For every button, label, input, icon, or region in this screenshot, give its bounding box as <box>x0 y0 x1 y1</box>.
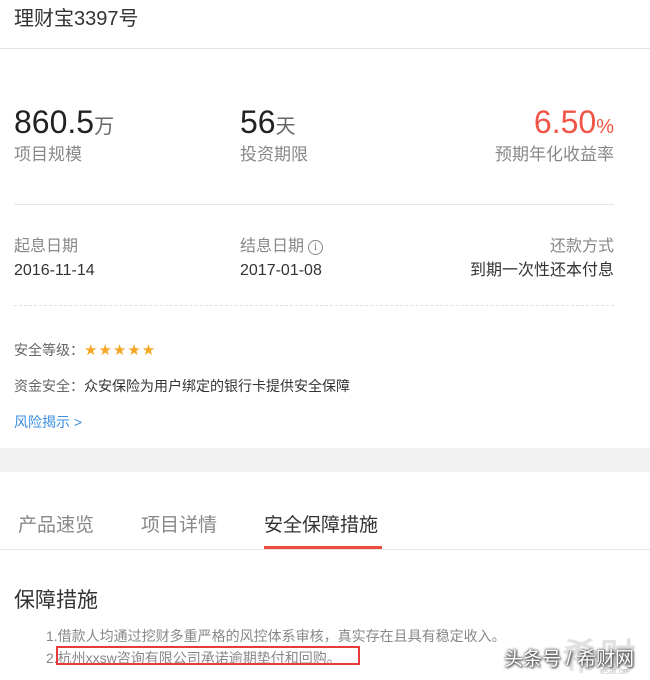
stat-value: 860.5 <box>14 104 95 140</box>
info-start-date: 起息日期 2016-11-14 <box>14 236 95 282</box>
stat-value: 6.50 <box>533 104 597 140</box>
list-item: 1.借款人均通过挖财多重严格的风控体系审核，真实存在且具有稳定收入。 <box>46 628 506 644</box>
stat-term: 56天 投资期限 <box>240 104 308 165</box>
info-icon[interactable]: i <box>308 240 324 255</box>
fund-safety-row: 资金安全：众安保险为用户绑定的银行卡提供安全保障 <box>14 376 350 396</box>
info-label: 结息日期 <box>240 238 305 255</box>
section-separator <box>0 448 650 472</box>
tab-security-measures[interactable]: 安全保障措施 <box>264 510 378 537</box>
rating-stars-icon: ★★★★★ <box>84 342 157 359</box>
stat-rate: 6.50% 预期年化收益率 <box>495 104 614 165</box>
header-divider <box>0 48 650 49</box>
tab-project-details[interactable]: 项目详情 <box>141 510 217 537</box>
stats-divider <box>14 204 614 205</box>
info-repay-method: 还款方式 到期一次性还本付息 <box>470 236 614 282</box>
stat-label: 投资期限 <box>240 145 308 164</box>
info-value: 2016-11-14 <box>14 262 95 279</box>
fund-safety-label: 资金安全： <box>14 378 84 394</box>
stat-unit: % <box>596 116 614 138</box>
info-value: 到期一次性还本付息 <box>469 262 614 279</box>
page-title: 理财宝3397号 <box>14 8 139 30</box>
fund-safety-text: 众安保险为用户绑定的银行卡提供安全保障 <box>84 378 350 394</box>
info-label: 起息日期 <box>14 238 79 255</box>
section-title: 保障措施 <box>14 589 98 612</box>
tabs-divider <box>0 549 650 550</box>
safety-level-row: 安全等级：★★★★★ <box>14 340 156 360</box>
stat-value: 56 <box>240 104 276 140</box>
stat-project-size: 860.5万 项目规模 <box>14 104 114 165</box>
info-end-date: 结息日期 i 2017-01-08 <box>240 236 324 282</box>
stat-unit: 万 <box>94 116 115 138</box>
risk-disclosure-link[interactable]: 风险揭示 > <box>14 412 82 432</box>
stat-label: 预期年化收益率 <box>495 145 614 164</box>
info-label: 还款方式 <box>549 238 614 255</box>
info-value: 2017-01-08 <box>240 262 322 279</box>
stat-unit: 天 <box>275 116 296 138</box>
highlight-box <box>56 646 360 665</box>
tab-product-overview[interactable]: 产品速览 <box>18 510 94 537</box>
safety-level-label: 安全等级： <box>14 342 84 358</box>
stat-label: 项目规模 <box>14 145 82 164</box>
info-divider <box>14 305 614 306</box>
